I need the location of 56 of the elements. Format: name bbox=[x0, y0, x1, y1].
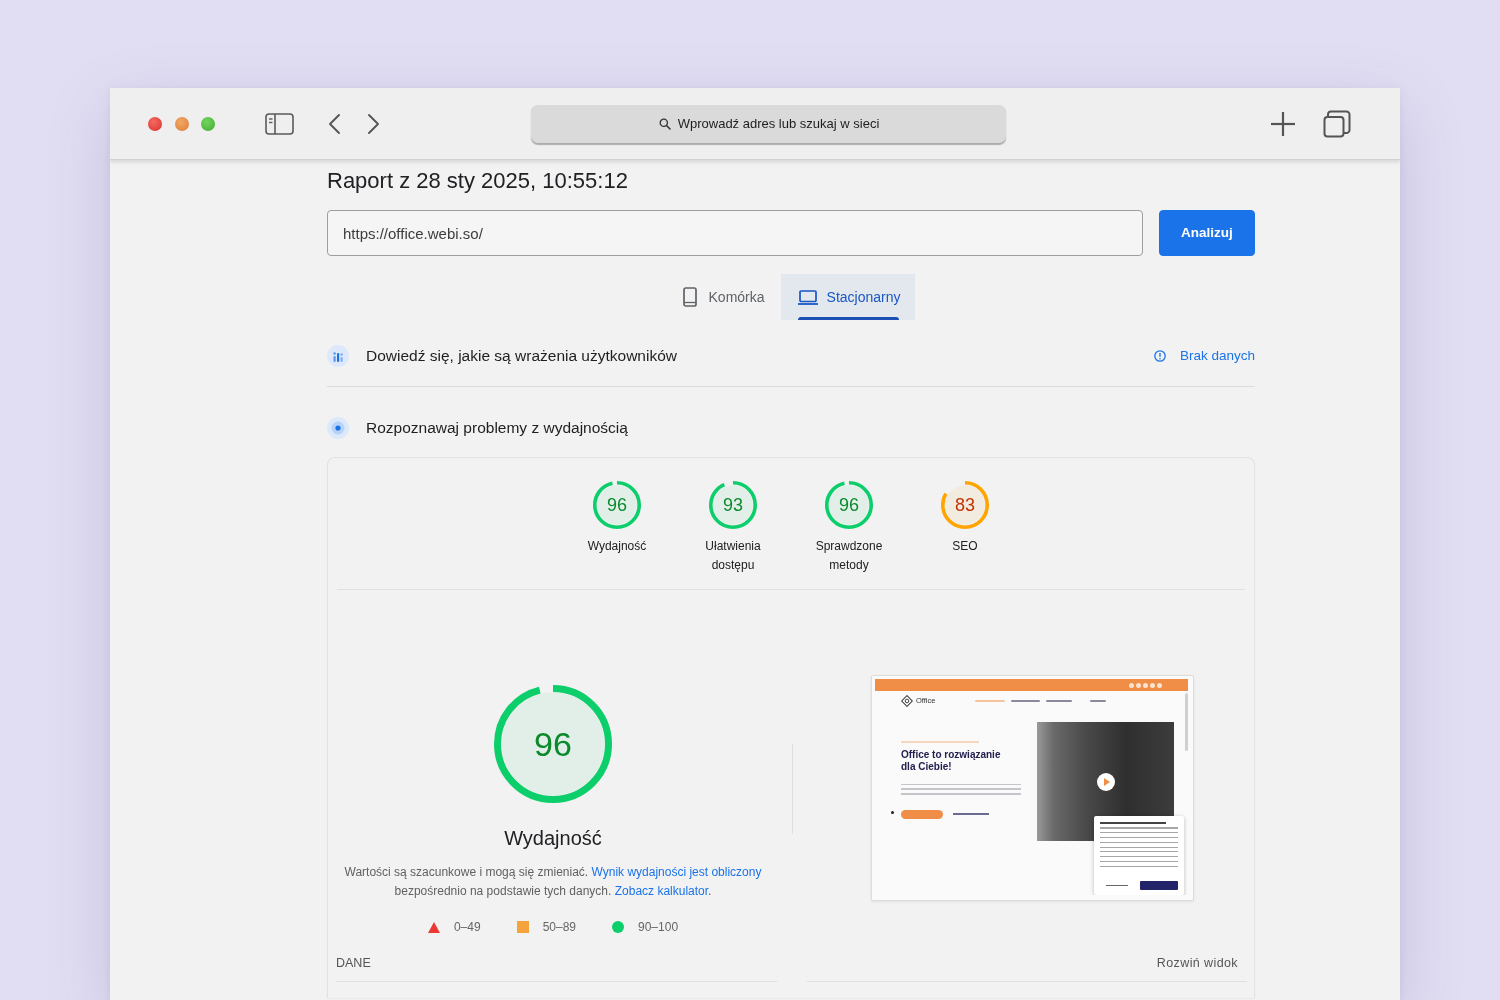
site-button-drawing bbox=[1140, 881, 1178, 890]
legend-range: 0–49 bbox=[453, 919, 481, 936]
legend-range: 50–89 bbox=[542, 919, 576, 936]
glowing-dot-icon bbox=[327, 417, 349, 439]
description-link[interactable]: Zobacz kalkulator bbox=[614, 884, 709, 898]
score-gauge-ring bbox=[825, 481, 873, 529]
laptop-icon bbox=[797, 289, 818, 305]
performance-title: Wydajność bbox=[504, 826, 602, 851]
no-data-button[interactable]: Brak danych bbox=[1153, 345, 1255, 367]
legend-range: 90–100 bbox=[638, 919, 679, 936]
category-label: Ułatwienia dostępu bbox=[704, 538, 762, 574]
text-line-drawing bbox=[953, 813, 989, 815]
text-line-drawing bbox=[1100, 822, 1166, 824]
score-value: 83 bbox=[955, 494, 975, 516]
score-description: Wartości są szacunkowe i mogą się zmieniać. Wynik wydajności jest obliczony bezpośrednio na podstawie tych danych. Zobacz kalkulator. bbox=[343, 864, 763, 900]
score-gauge-ring bbox=[941, 481, 989, 529]
logo-icon bbox=[901, 695, 913, 707]
dot-icon bbox=[891, 811, 894, 814]
score-value: 96 bbox=[607, 494, 627, 516]
device-tab[interactable]: Stacjonarny bbox=[780, 274, 916, 320]
window-close-icon[interactable] bbox=[148, 116, 162, 131]
back-icon[interactable] bbox=[327, 112, 341, 135]
report-title: Raport z 28 sty 2025, 10:55:12 bbox=[327, 167, 629, 195]
score-gauge-ring bbox=[593, 481, 641, 529]
search-icon bbox=[659, 117, 671, 130]
score-value: 96 bbox=[839, 494, 859, 516]
text-line-drawing bbox=[1106, 884, 1128, 887]
data-section-label: DANE bbox=[336, 954, 371, 972]
section-title: Rozpoznawaj problemy z wydajnością bbox=[366, 418, 628, 439]
section-title: Dowiedź się, jakie są wrażenia użytkowników bbox=[366, 346, 677, 367]
square-icon bbox=[516, 921, 529, 933]
forward-icon[interactable] bbox=[367, 112, 381, 135]
category-label: Sprawdzone metody bbox=[814, 538, 884, 574]
site-headline: Office to rozwiązanie dla Ciebie! bbox=[901, 748, 1002, 774]
category-label: Wydajność bbox=[586, 538, 648, 555]
tabs-icon[interactable] bbox=[1323, 109, 1351, 138]
sidebar-icon[interactable] bbox=[265, 112, 294, 135]
scrollbar-drawing bbox=[1185, 693, 1188, 751]
plus-icon[interactable] bbox=[1270, 110, 1296, 137]
device-tab[interactable]: Komórka bbox=[666, 274, 781, 320]
description-link[interactable]: Wynik wydajności jest obliczony bbox=[591, 865, 762, 879]
category-label: SEO bbox=[951, 538, 979, 555]
expand-view-button[interactable]: Rozwiń widok bbox=[1156, 953, 1238, 973]
info-icon bbox=[1153, 350, 1166, 362]
score-value: 93 bbox=[723, 494, 743, 516]
circle-icon bbox=[612, 921, 624, 933]
analyze-button[interactable]: Analizuj bbox=[1159, 210, 1255, 256]
triangle-icon bbox=[427, 921, 440, 933]
url-input[interactable]: https://office.webi.so/ bbox=[327, 210, 1143, 256]
phone-icon bbox=[682, 287, 697, 307]
play-icon bbox=[1096, 772, 1115, 791]
score-value: 96 bbox=[534, 724, 572, 764]
address-bar[interactable]: Wprowadź adres lub szukaj w sieci bbox=[531, 104, 1006, 143]
bar-chart-icon bbox=[327, 345, 349, 367]
site-cta-drawing bbox=[901, 809, 943, 819]
score-gauge-ring bbox=[709, 481, 757, 529]
